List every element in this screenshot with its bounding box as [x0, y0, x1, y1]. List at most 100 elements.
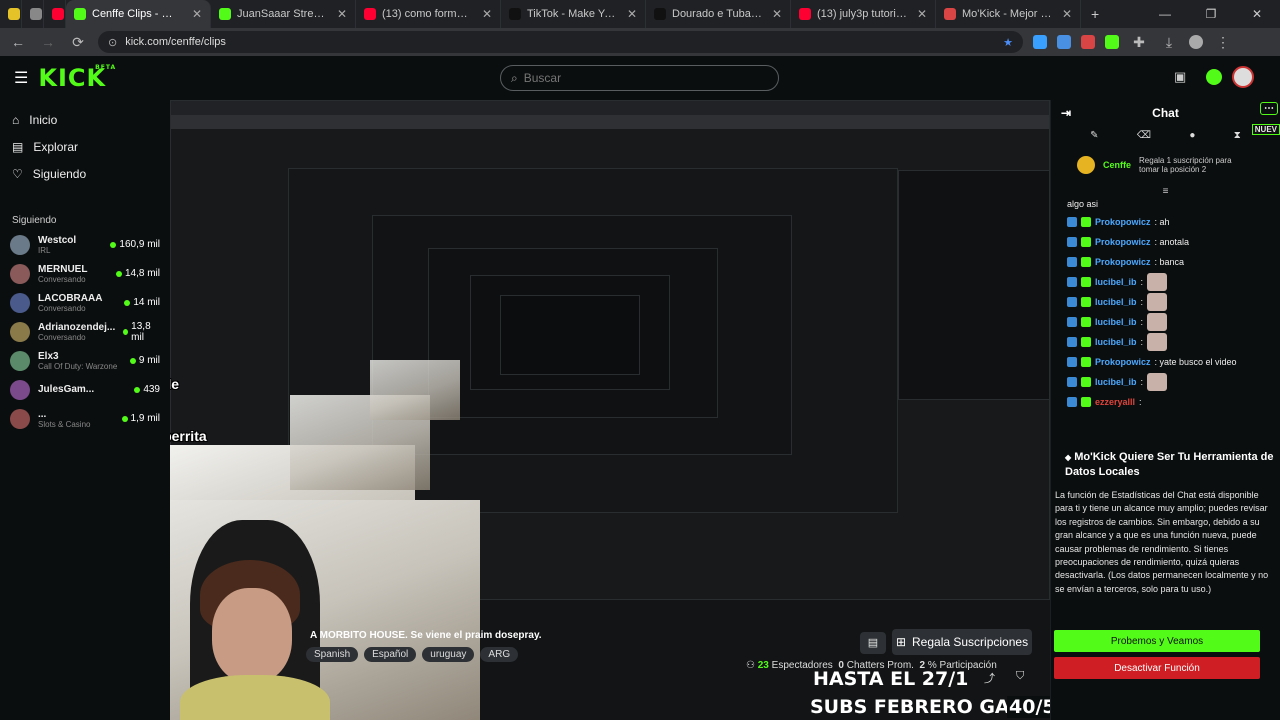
- chat-username[interactable]: lucibel_ib: [1095, 277, 1137, 287]
- close-tab-icon[interactable]: ✕: [478, 7, 492, 21]
- address-bar[interactable]: ⊙ kick.com/cenffe/clips ★: [98, 31, 1023, 53]
- cart-icon[interactable]: ⛉: [1016, 670, 1024, 683]
- share-icon[interactable]: ⤴: [984, 670, 995, 686]
- clip-icon[interactable]: ▤: [860, 632, 886, 654]
- close-tab-icon[interactable]: ✕: [333, 7, 347, 21]
- close-tab-icon[interactable]: ✕: [913, 7, 927, 21]
- new-tab-button[interactable]: +: [1081, 6, 1109, 22]
- chat-username[interactable]: Prokopowicz: [1095, 357, 1151, 367]
- following-channel[interactable]: MERNUEL Conversando 14,8 mil: [0, 259, 170, 288]
- emote-image: [1147, 373, 1168, 391]
- nav-label: Siguiendo: [32, 166, 87, 181]
- collapse-chat-icon[interactable]: ⇥: [1061, 106, 1071, 120]
- following-channel[interactable]: LACOBRAAA Conversando 14 mil: [0, 288, 170, 317]
- close-window-icon[interactable]: ✕: [1234, 0, 1280, 28]
- nav-inicio[interactable]: ⌂ Inicio: [0, 106, 170, 133]
- following-channel[interactable]: JulesGam... 439: [0, 375, 170, 404]
- bookmark-star-icon[interactable]: ★: [1003, 36, 1013, 49]
- browser-tab[interactable]: JuanSaaar Stream - Wat ✕: [211, 0, 356, 28]
- following-channel[interactable]: ... Slots & Casino 1,9 mil: [0, 404, 170, 433]
- following-channel[interactable]: Westcol IRL 160,9 mil: [0, 230, 170, 259]
- puzzle-icon[interactable]: ✚: [1129, 34, 1149, 51]
- extension-icon[interactable]: [1105, 35, 1119, 49]
- stream-player[interactable]: cibkcezzeryalll: esta es laextensionBotR…: [170, 100, 1050, 720]
- chat-username[interactable]: Prokopowicz: [1095, 217, 1151, 227]
- browser-tab[interactable]: [0, 0, 22, 28]
- chat-username[interactable]: lucibel_ib: [1095, 337, 1137, 347]
- chat-username[interactable]: lucibel_ib: [1095, 317, 1137, 327]
- chat-scroll-icon[interactable]: ≡: [1051, 186, 1280, 197]
- chat-header: ⇥ Chat ⋯: [1051, 100, 1280, 126]
- live-dot-icon: [124, 299, 131, 306]
- kick-favicon: [219, 8, 231, 20]
- tag-pill[interactable]: uruguay: [422, 647, 475, 662]
- user-avatar[interactable]: [1232, 66, 1254, 88]
- search-bar[interactable]: ⌕: [500, 65, 779, 91]
- chat-message: lucibel_ib:: [1051, 372, 1280, 392]
- tag-pill[interactable]: ARG: [480, 647, 519, 662]
- chat-text: :: [1140, 337, 1144, 347]
- chat-bubble-icon[interactable]: ●: [1189, 130, 1195, 141]
- maximize-icon[interactable]: ❐: [1188, 0, 1234, 28]
- following-channel[interactable]: Adrianozendej... Conversando 13,8 mil: [0, 317, 170, 346]
- chat-username[interactable]: Prokopowicz: [1095, 237, 1151, 247]
- kick-green-icon[interactable]: [1206, 69, 1222, 85]
- kick-logo[interactable]: KICK BETA: [38, 64, 115, 92]
- hamburger-menu-icon[interactable]: ☰: [14, 68, 28, 88]
- live-dot-icon: [110, 241, 117, 248]
- heart-icon: ♡: [12, 166, 23, 181]
- search-input[interactable]: [523, 71, 754, 85]
- browser-tab[interactable]: TikTok - Make Your Day ✕: [501, 0, 646, 28]
- chat-username[interactable]: lucibel_ib: [1095, 377, 1137, 387]
- chat-username[interactable]: ezzeryalll: [1095, 397, 1135, 407]
- tag-pill[interactable]: Español: [364, 647, 417, 662]
- channel-avatar: [10, 350, 30, 371]
- badge-icon: [1081, 377, 1091, 387]
- trash-icon[interactable]: ⌫: [1137, 130, 1151, 141]
- pin-icon[interactable]: ✎: [1090, 130, 1098, 141]
- close-tab-icon[interactable]: ✕: [623, 7, 637, 21]
- download-icon[interactable]: ⤓: [1159, 34, 1179, 51]
- browser-tab[interactable]: [44, 0, 66, 28]
- forward-icon[interactable]: →: [38, 34, 58, 50]
- tag-pill[interactable]: Spanish: [306, 647, 359, 662]
- gift-subs-button[interactable]: ⊞ Regala Suscripciones: [892, 629, 1032, 655]
- timer-icon[interactable]: ⧗: [1234, 130, 1241, 141]
- browser-tab[interactable]: Dourado e Tubarão: Melho ✕: [646, 0, 791, 28]
- nav-explorar[interactable]: ▤ Explorar: [0, 133, 170, 160]
- following-channel[interactable]: Elx3 Call Of Duty: Warzone 9 mil: [0, 346, 170, 375]
- tab-title: (13) july3p tutorial descarg: [817, 8, 907, 20]
- minimize-icon[interactable]: —: [1142, 0, 1188, 28]
- badge-icon: [1067, 337, 1077, 347]
- chat-username[interactable]: lucibel_ib: [1095, 297, 1137, 307]
- nested-chat-panel: [898, 170, 1050, 400]
- channel-category: Call Of Duty: Warzone: [38, 361, 118, 371]
- reload-icon[interactable]: ⟳: [68, 34, 88, 51]
- site-info-icon[interactable]: ⊙: [108, 36, 117, 49]
- close-tab-icon[interactable]: ✕: [768, 7, 782, 21]
- close-tab-icon[interactable]: ✕: [188, 7, 202, 21]
- extension-icon[interactable]: [1057, 35, 1071, 49]
- disable-feature-button[interactable]: Desactivar Función: [1054, 657, 1260, 679]
- tv-icon[interactable]: ▣: [1174, 69, 1186, 85]
- chat-username[interactable]: Prokopowicz: [1095, 257, 1151, 267]
- channel-name: ...: [38, 408, 47, 420]
- menu-dots-icon[interactable]: ⋮: [1213, 34, 1233, 51]
- channel-text: Westcol IRL: [38, 235, 76, 255]
- channel-text: Elx3 Call Of Duty: Warzone: [38, 351, 117, 371]
- pinned-gift-banner[interactable]: Cenffe Regala 1 suscripción para tomar l…: [1051, 144, 1280, 186]
- chat-options-icon[interactable]: ⋯: [1260, 102, 1278, 115]
- back-icon[interactable]: ←: [8, 34, 28, 50]
- extension-icon[interactable]: [1081, 35, 1095, 49]
- browser-tab[interactable]: Mo'Kick - Mejor Kick para t ✕: [936, 0, 1081, 28]
- accept-feature-button[interactable]: Probemos y Veamos: [1054, 630, 1260, 652]
- browser-tab[interactable]: (13) july3p tutorial descarg ✕: [791, 0, 936, 28]
- browser-tab[interactable]: (13) como formatear un pe ✕: [356, 0, 501, 28]
- nav-siguiendo[interactable]: ♡ Siguiendo: [0, 160, 170, 187]
- close-tab-icon[interactable]: ✕: [1058, 7, 1072, 21]
- channel-category: Conversando: [38, 274, 86, 284]
- browser-tab[interactable]: Cenffe Clips - Watch Li ✕: [66, 0, 211, 28]
- profile-avatar[interactable]: [1189, 35, 1203, 49]
- browser-tab[interactable]: [22, 0, 44, 28]
- extension-icon[interactable]: [1033, 35, 1047, 49]
